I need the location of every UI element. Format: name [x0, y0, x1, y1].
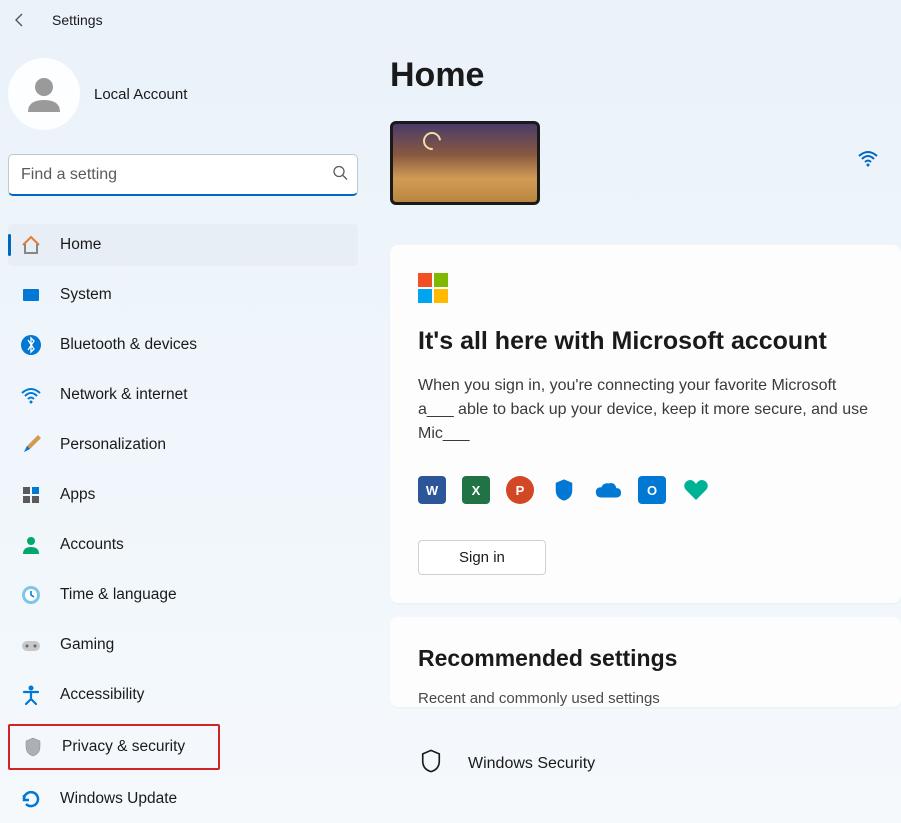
nav-list: Home System Bluetooth & devices Network … [8, 224, 380, 820]
accounts-icon [20, 534, 42, 556]
sidebar-item-label: Personalization [60, 436, 166, 454]
excel-icon: X [462, 476, 490, 504]
accessibility-icon [20, 684, 42, 706]
search-input[interactable] [8, 154, 358, 196]
update-icon [20, 788, 42, 810]
sidebar-item-label: Privacy & security [62, 738, 185, 756]
microsoft-account-card: It's all here with Microsoft account Whe… [390, 245, 901, 603]
sidebar-item-bluetooth[interactable]: Bluetooth & devices [8, 324, 358, 366]
family-icon [682, 476, 710, 504]
system-icon [20, 284, 42, 306]
back-arrow-icon [12, 12, 28, 28]
gaming-icon [20, 634, 42, 656]
setting-row-windows-security[interactable]: Windows Security [390, 721, 901, 780]
sidebar-item-label: Gaming [60, 636, 114, 654]
ms-card-heading: It's all here with Microsoft account [418, 327, 873, 356]
wallpaper-preview[interactable] [390, 121, 540, 205]
sidebar-item-system[interactable]: System [8, 274, 358, 316]
wifi-icon [20, 384, 42, 406]
sidebar-item-accounts[interactable]: Accounts [8, 524, 358, 566]
avatar [8, 58, 80, 130]
recommended-subtitle: Recent and commonly used settings [418, 690, 873, 707]
sidebar-item-label: System [60, 286, 112, 304]
sidebar-item-gaming[interactable]: Gaming [8, 624, 358, 666]
profile-block[interactable]: Local Account [8, 50, 380, 154]
shield-icon [22, 736, 44, 758]
setting-row-label: Windows Security [468, 755, 595, 773]
sidebar-item-label: Accounts [60, 536, 124, 554]
sidebar-item-label: Apps [60, 486, 95, 504]
defender-icon [550, 476, 578, 504]
sidebar-item-privacy[interactable]: Privacy & security [8, 724, 220, 770]
app-icon-row: W X P O [418, 476, 873, 504]
sidebar-item-apps[interactable]: Apps [8, 474, 358, 516]
outlook-icon: O [638, 476, 666, 504]
sidebar-item-label: Home [60, 236, 101, 254]
home-icon [20, 234, 42, 256]
avatar-icon [22, 72, 66, 116]
microsoft-logo-icon [418, 273, 448, 303]
search-field[interactable] [8, 154, 358, 196]
sidebar: Local Account Home System [0, 40, 380, 823]
recommended-card: Recommended settings Recent and commonly… [390, 617, 901, 707]
word-icon: W [418, 476, 446, 504]
apps-icon [20, 484, 42, 506]
sidebar-item-update[interactable]: Windows Update [8, 778, 358, 820]
sidebar-item-time[interactable]: Time & language [8, 574, 358, 616]
sign-in-button[interactable]: Sign in [418, 540, 546, 575]
sidebar-item-home[interactable]: Home [8, 224, 358, 266]
powerpoint-icon: P [506, 476, 534, 504]
sidebar-item-label: Time & language [60, 586, 177, 604]
window-title: Settings [52, 12, 103, 28]
paintbrush-icon [20, 434, 42, 456]
sidebar-item-label: Bluetooth & devices [60, 336, 197, 354]
page-title: Home [390, 56, 901, 95]
sidebar-item-network[interactable]: Network & internet [8, 374, 358, 416]
sidebar-item-accessibility[interactable]: Accessibility [8, 674, 358, 716]
wifi-status-icon[interactable] [855, 147, 881, 174]
sidebar-item-label: Windows Update [60, 790, 177, 808]
sidebar-item-label: Accessibility [60, 686, 144, 704]
ms-card-body: When you sign in, you're connecting your… [418, 374, 873, 446]
search-icon [332, 165, 348, 186]
security-shield-icon [418, 747, 444, 780]
back-button[interactable] [8, 8, 32, 32]
onedrive-icon [594, 476, 622, 504]
sidebar-item-label: Network & internet [60, 386, 188, 404]
hero-row [390, 121, 901, 205]
main-content: Home It's all here with Microsoft accoun… [380, 40, 901, 823]
titlebar: Settings [0, 0, 901, 40]
recommended-heading: Recommended settings [418, 645, 873, 672]
bluetooth-icon [20, 334, 42, 356]
sidebar-item-personalization[interactable]: Personalization [8, 424, 358, 466]
profile-name: Local Account [94, 86, 187, 103]
clock-icon [20, 584, 42, 606]
